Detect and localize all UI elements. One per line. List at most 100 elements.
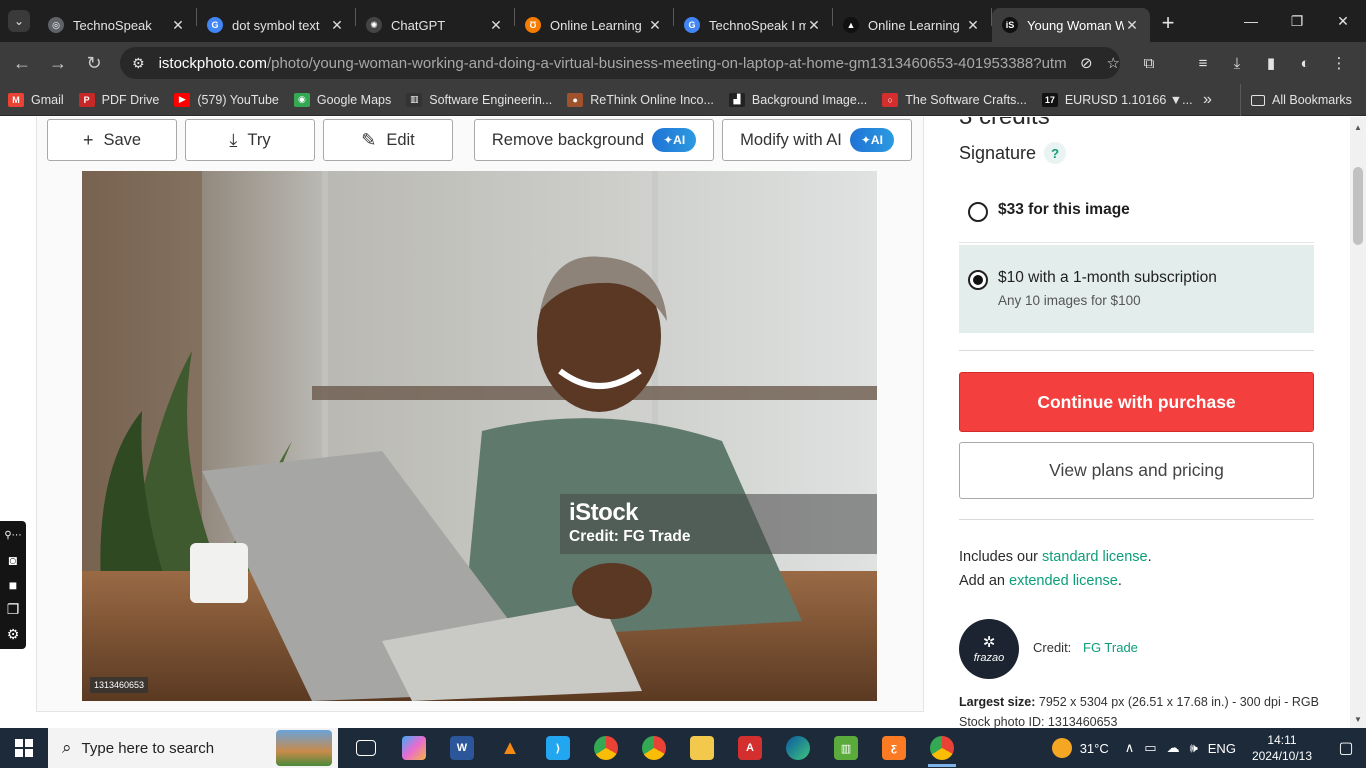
bookmark-item[interactable]: ◉ Google Maps	[293, 92, 391, 107]
address-bar[interactable]: ⚙ istockphoto.com /photo/young-woman-wor…	[120, 47, 1120, 79]
eye-off-icon[interactable]: ⊘	[1080, 54, 1093, 72]
close-tab-icon[interactable]: ✕	[170, 17, 186, 34]
capture-toolbar: ⚲⋯ ◙ ■ ❐ ⚙	[0, 521, 26, 649]
chevron-down-icon: ⌄	[8, 10, 30, 32]
extensions-icon[interactable]: ⧉	[1132, 46, 1166, 80]
vlc-icon[interactable]: ▲	[486, 728, 534, 768]
chrome-active-icon[interactable]	[918, 728, 966, 768]
contributor-avatar[interactable]: ✲ frazao	[959, 619, 1019, 679]
stock-photo[interactable]: iStock Credit: FG Trade 1313460653	[82, 171, 877, 701]
start-button[interactable]	[0, 728, 48, 768]
bookmark-item[interactable]: ○ The Software Crafts...	[882, 92, 1027, 107]
reading-list-icon[interactable]: ≡	[1186, 46, 1220, 80]
device-icon[interactable]: ▭	[1144, 740, 1156, 756]
modify-with-ai-button[interactable]: Modify with AI ✦AI	[722, 119, 912, 161]
bookmark-label: Software Engineerin...	[429, 92, 553, 107]
xampp-icon[interactable]: ƹ	[870, 728, 918, 768]
extended-license-link[interactable]: extended license	[1009, 573, 1118, 589]
bookmark-item[interactable]: ▶ (579) YouTube	[174, 92, 279, 107]
edit-button[interactable]: ✎ Edit	[323, 119, 453, 161]
close-window-button[interactable]: ✕	[1320, 0, 1366, 42]
close-tab-icon[interactable]: ✕	[1124, 17, 1140, 34]
bookmark-item[interactable]: 17 EURUSD 1.10166 ▼...	[1041, 92, 1193, 107]
bookmarks-bar: M Gmail P PDF Drive ▶ (579) YouTube ◉ Google Ma…	[0, 84, 1366, 116]
file-explorer-icon[interactable]	[678, 728, 726, 768]
close-tab-icon[interactable]: ✕	[488, 17, 504, 34]
standard-license-link[interactable]: standard license	[1042, 549, 1148, 565]
site-info-icon[interactable]: ⚙	[132, 55, 145, 72]
acrobat-icon[interactable]: A	[726, 728, 774, 768]
scrollbar-thumb[interactable]	[1353, 167, 1363, 245]
taskbar-search[interactable]: ⌕ Type here to search	[48, 728, 338, 768]
try-button[interactable]: ⤓ Try	[185, 119, 315, 161]
option-single-image[interactable]: $33 for this image	[959, 189, 1314, 243]
profile-avatar[interactable]: ◐	[1288, 46, 1322, 80]
new-tab-button[interactable]: +	[1150, 10, 1186, 36]
reload-button[interactable]: ↻	[76, 45, 112, 81]
side-panel-icon[interactable]: ▮	[1254, 46, 1288, 80]
notifications-icon[interactable]: ▢	[1326, 728, 1366, 768]
language-indicator[interactable]: ENG	[1208, 741, 1236, 756]
try-label: Try	[247, 130, 271, 149]
credits-heading: 3 credits	[959, 117, 1050, 131]
copy-icon[interactable]: ❐	[4, 599, 22, 620]
word-icon[interactable]: W	[438, 728, 486, 768]
link-more-icon[interactable]: ⚲⋯	[4, 525, 22, 546]
edge-icon[interactable]	[774, 728, 822, 768]
browser-tab[interactable]: G TechnoSpeak I m ✕	[674, 8, 832, 42]
tab-search-button[interactable]: ⌄	[0, 0, 38, 42]
scroll-down-icon[interactable]: ▼	[1354, 715, 1362, 724]
tab-title: TechnoSpeak	[73, 17, 152, 33]
credit-link[interactable]: FG Trade	[1083, 640, 1138, 655]
more-bookmarks-icon[interactable]: »	[1203, 84, 1212, 116]
settings-gear-icon[interactable]: ⚙	[4, 624, 22, 645]
close-tab-icon[interactable]: ✕	[647, 17, 663, 34]
volume-icon[interactable]: 🕪	[1190, 740, 1198, 756]
minimize-button[interactable]: —	[1228, 0, 1274, 42]
close-tab-icon[interactable]: ✕	[965, 17, 981, 34]
chrome-icon[interactable]	[582, 728, 630, 768]
forward-button[interactable]: →	[40, 45, 76, 81]
page-scrollbar[interactable]: ▲ ▼	[1350, 117, 1366, 728]
download-icon[interactable]: ⤓	[1220, 46, 1254, 80]
radio-single-image[interactable]	[968, 202, 988, 222]
browser-tab[interactable]: iS Young Woman W ✕	[992, 8, 1150, 42]
browser-tab[interactable]: ✺ ChatGPT ✕	[356, 8, 514, 42]
view-plans-button[interactable]: View plans and pricing	[959, 442, 1314, 499]
close-tab-icon[interactable]: ✕	[806, 17, 822, 34]
scroll-up-icon[interactable]: ▲	[1354, 123, 1362, 132]
camera-icon[interactable]: ◙	[4, 550, 22, 571]
bookmark-item[interactable]: P PDF Drive	[78, 92, 159, 107]
browser-tab[interactable]: ◎ TechnoSpeak ✕	[38, 8, 196, 42]
help-icon[interactable]: ?	[1044, 142, 1067, 164]
clock[interactable]: 14:11 2024/10/13	[1252, 732, 1312, 764]
bookmark-item[interactable]: ▟ Background Image...	[728, 92, 867, 107]
bookmark-star-icon[interactable]: ☆	[1107, 54, 1120, 72]
browser-tab[interactable]: ▲ Online Learning ✕	[833, 8, 991, 42]
menu-icon[interactable]: ⋮	[1322, 46, 1356, 80]
video-icon[interactable]: ■	[4, 575, 22, 596]
bookmark-item[interactable]: ▥ Software Engineerin...	[406, 92, 553, 107]
radio-subscription[interactable]	[968, 270, 988, 290]
vscode-icon[interactable]: ⟩	[534, 728, 582, 768]
network-icon[interactable]: ☁	[1167, 740, 1180, 756]
all-bookmarks-button[interactable]: All Bookmarks	[1240, 84, 1352, 116]
tray-chevron-icon[interactable]: ∧	[1125, 740, 1135, 756]
spreadsheet-icon[interactable]: ▥	[822, 728, 870, 768]
save-button[interactable]: + Save	[47, 119, 177, 161]
continue-with-purchase-button[interactable]: Continue with purchase	[959, 372, 1314, 432]
back-button[interactable]: ←	[4, 45, 40, 81]
remove-background-button[interactable]: Remove background ✦AI	[474, 119, 714, 161]
browser-tab[interactable]: Gdot symbol text ✕	[197, 8, 355, 42]
chrome-profile-icon[interactable]	[630, 728, 678, 768]
restore-button[interactable]: ❐	[1274, 0, 1320, 42]
tab-title: TechnoSpeak I m	[709, 17, 806, 33]
browser-tab[interactable]: Ʊ Online Learning ✕	[515, 8, 673, 42]
weather-widget[interactable]: 31°C	[1051, 738, 1109, 758]
option-subscription[interactable]: $10 with a 1-month subscription Any 10 i…	[959, 245, 1314, 333]
task-view-icon[interactable]	[342, 728, 390, 768]
bookmark-item[interactable]: ● ReThink Online Inco...	[567, 92, 714, 107]
close-tab-icon[interactable]: ✕	[329, 17, 345, 34]
bookmark-item[interactable]: M Gmail	[8, 92, 64, 107]
copilot-icon[interactable]	[390, 728, 438, 768]
